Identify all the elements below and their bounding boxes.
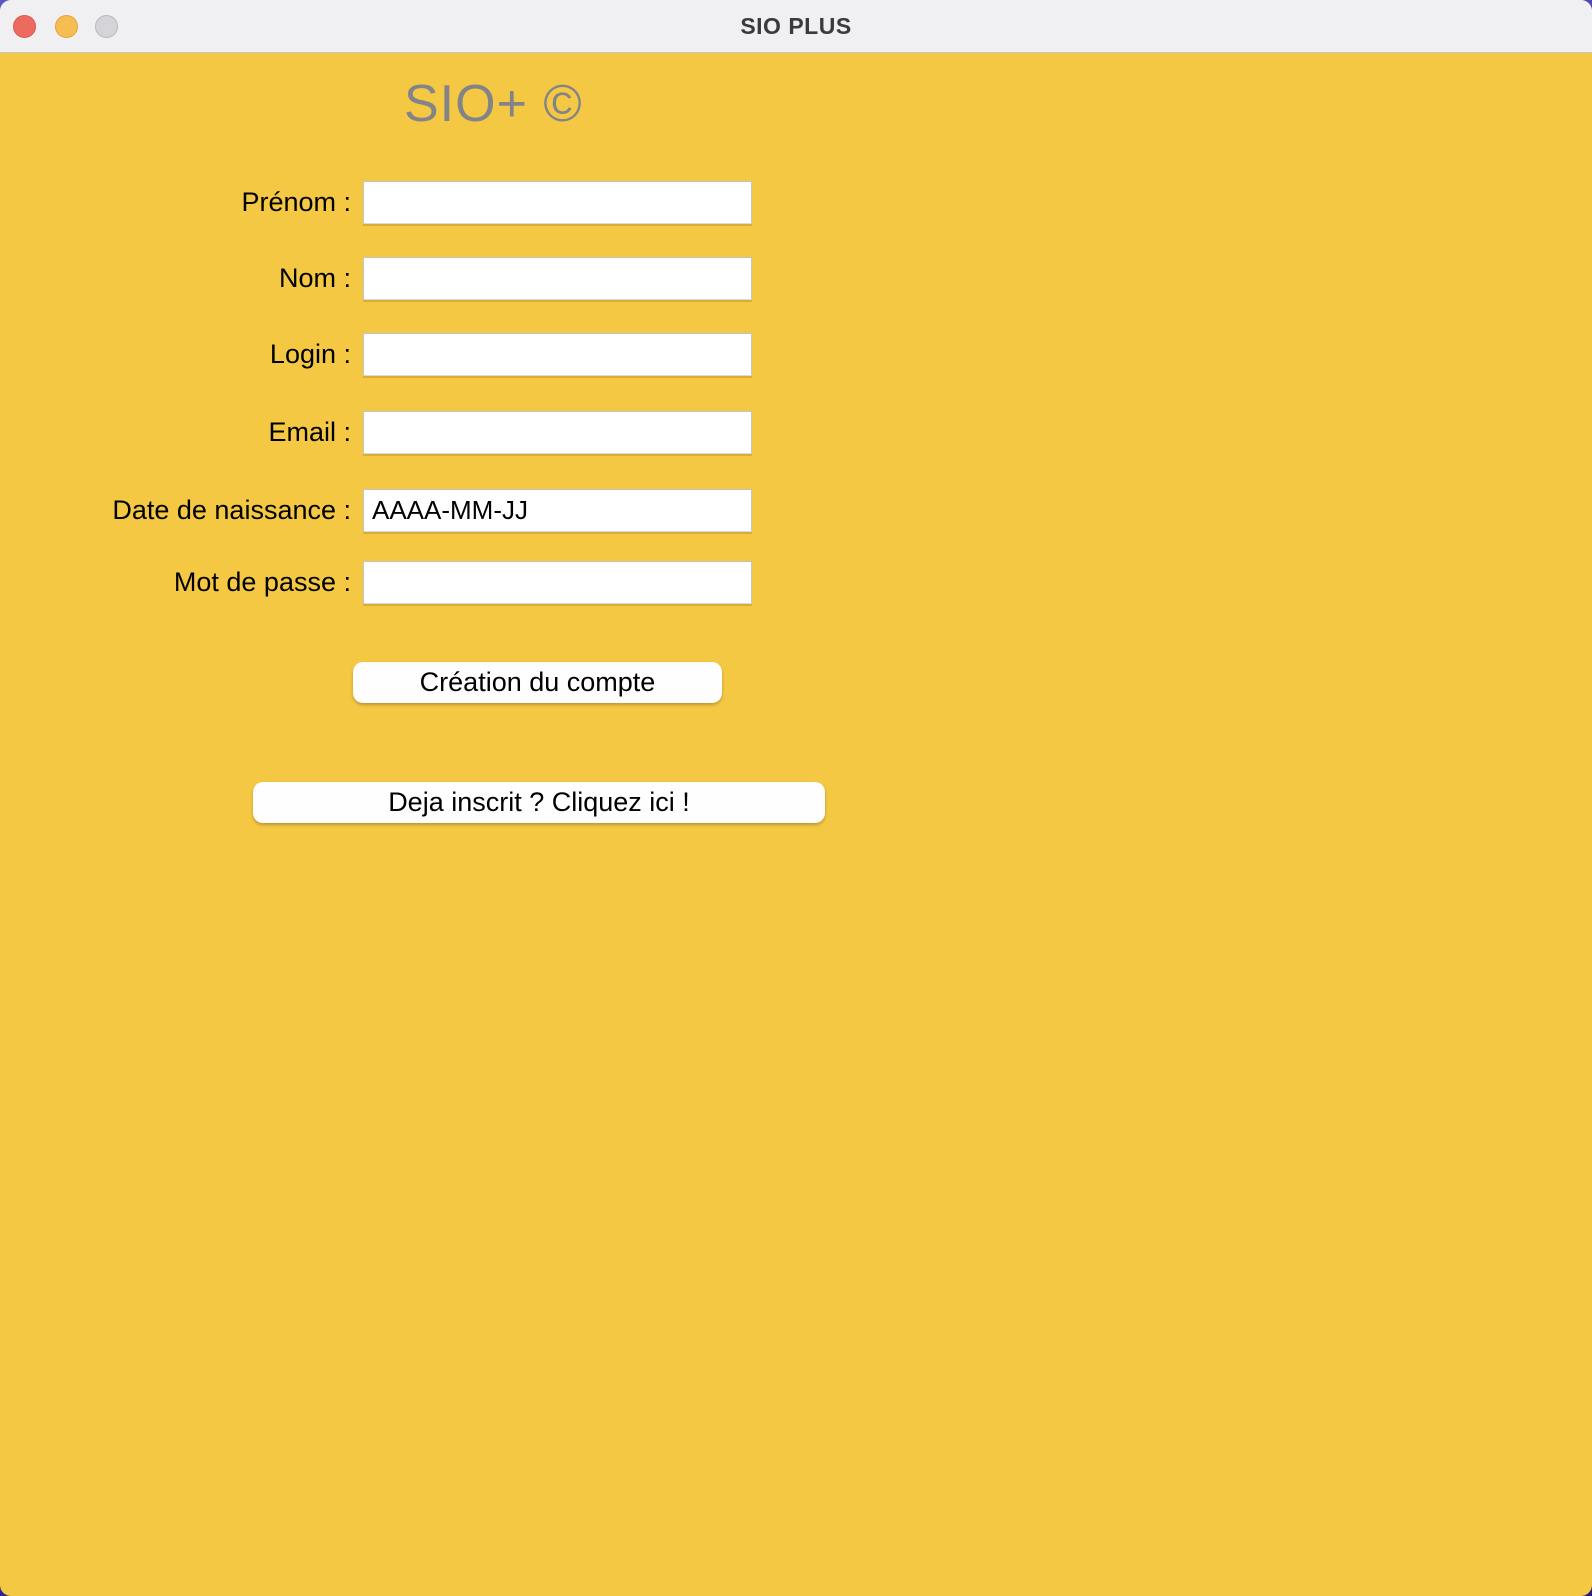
form-row-mot-de-passe: Mot de passe : [0, 561, 752, 604]
form-row-nom: Nom : [0, 257, 752, 300]
prenom-label: Prénom : [0, 187, 351, 218]
titlebar: SIO PLUS [0, 0, 1592, 53]
app-heading: SIO+ © [404, 74, 583, 134]
nom-input[interactable] [363, 257, 752, 300]
form-row-email: Email : [0, 411, 752, 454]
mot-de-passe-label: Mot de passe : [0, 567, 351, 598]
email-input[interactable] [363, 411, 752, 454]
create-account-button[interactable]: Création du compte [353, 662, 722, 703]
form-row-login: Login : [0, 333, 752, 376]
mot-de-passe-input[interactable] [363, 561, 752, 604]
date-naissance-input[interactable] [363, 489, 752, 532]
nom-label: Nom : [0, 263, 351, 294]
form-row-date-naissance: Date de naissance : [0, 489, 752, 532]
window-title: SIO PLUS [0, 0, 1592, 53]
email-label: Email : [0, 417, 351, 448]
form-row-prenom: Prénom : [0, 181, 752, 224]
main-content: SIO+ © Prénom : Nom : Login : Email : Da… [0, 54, 1592, 1596]
app-window: SIO PLUS SIO+ © Prénom : Nom : Login : E… [0, 0, 1592, 1596]
prenom-input[interactable] [363, 181, 752, 224]
login-label: Login : [0, 339, 351, 370]
login-input[interactable] [363, 333, 752, 376]
already-registered-button[interactable]: Deja inscrit ? Cliquez ici ! [253, 782, 825, 823]
date-naissance-label: Date de naissance : [0, 495, 351, 526]
